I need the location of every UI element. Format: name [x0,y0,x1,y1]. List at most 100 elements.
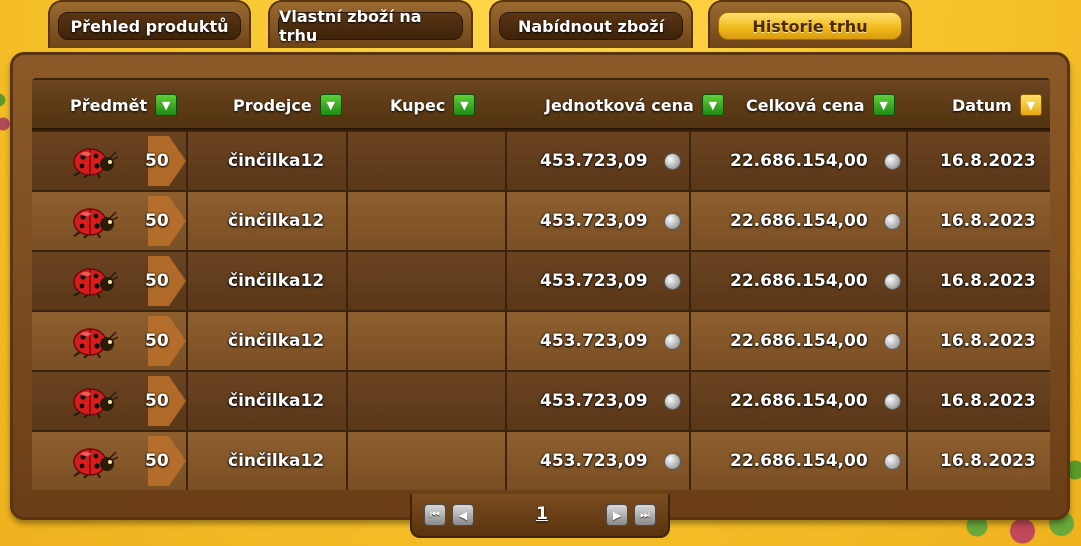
seller: činčilka12 [228,271,325,291]
next-page-icon[interactable]: ▶ [606,504,628,526]
item-quantity: 50 [145,211,169,231]
item-cell: 50 [32,192,186,250]
page-number[interactable]: 1 [532,504,552,528]
date-cell: 16.8.2023 [908,192,1050,250]
last-page-icon[interactable]: ⏭ [634,504,656,526]
total-price: 22.686.154,00 [730,151,868,171]
date: 16.8.2023 [940,271,1036,291]
seller: činčilka12 [228,331,325,351]
sort-down-icon[interactable]: ▼ [701,94,724,116]
pagination: ⏮ ◀ 1 ▶ ⏭ [410,494,670,538]
item-quantity: 50 [145,391,169,411]
item-quantity: 50 [145,331,169,351]
column-label: Předmět [70,95,148,115]
item-quantity: 50 [145,451,169,471]
sort-down-icon[interactable]: ▼ [872,94,895,116]
sort-down-icon[interactable]: ▼ [1019,94,1042,116]
tab-label: Nabídnout zboží [499,12,683,40]
tab-offer-goods[interactable]: Nabídnout zboží [489,0,693,48]
total-price: 22.686.154,00 [730,391,868,411]
table-row[interactable]: 50 činčilka12 453.723,09 22.686.154,00 16.8.… [32,192,1050,250]
table-header: Předmět ▼ Prodejce ▼ Kupec ▼ Jednotková … [32,80,1050,130]
date-cell: 16.8.2023 [908,252,1050,310]
column-label: Prodejce [233,95,312,115]
seller-cell: činčilka12 [188,192,346,250]
ladybug-icon [73,388,118,418]
tab-label: Historie trhu [718,12,902,40]
table-row[interactable]: 50 činčilka12 453.723,09 22.686.154,00 16.8.… [32,252,1050,310]
date-cell: 16.8.2023 [908,132,1050,190]
date-cell: 16.8.2023 [908,312,1050,370]
sort-down-icon[interactable]: ▼ [155,94,178,116]
silver-coin-icon [883,212,901,230]
sort-down-icon[interactable]: ▼ [453,94,476,116]
seller-cell: činčilka12 [188,252,346,310]
item-cell: 50 [32,432,186,490]
item-cell: 50 [32,312,186,370]
buyer-cell [348,372,505,430]
total-price-cell: 22.686.154,00 [691,132,906,190]
date: 16.8.2023 [940,211,1036,231]
column-unit-price: Jednotková cena ▼ [545,80,724,130]
unit-price: 453.723,09 [540,391,648,411]
total-price: 22.686.154,00 [730,331,868,351]
silver-coin-icon [883,272,901,290]
unit-price: 453.723,09 [540,151,648,171]
total-price-cell: 22.686.154,00 [691,372,906,430]
ladybug-icon [73,148,118,178]
unit-price-cell: 453.723,09 [507,432,689,490]
unit-price-cell: 453.723,09 [507,132,689,190]
silver-coin-icon [663,212,681,230]
silver-coin-icon [663,452,681,470]
silver-coin-icon [883,332,901,350]
sort-down-icon[interactable]: ▼ [319,94,342,116]
tab-label: Vlastní zboží na trhu [278,7,463,45]
item-cell: 50 [32,372,186,430]
date: 16.8.2023 [940,391,1036,411]
ladybug-icon [73,268,118,298]
seller: činčilka12 [228,451,325,471]
unit-price-cell: 453.723,09 [507,312,689,370]
seller-cell: činčilka12 [188,432,346,490]
date-cell: 16.8.2023 [908,432,1050,490]
column-label: Datum [952,95,1012,115]
unit-price: 453.723,09 [540,271,648,291]
seller-cell: činčilka12 [188,132,346,190]
total-price: 22.686.154,00 [730,211,868,231]
silver-coin-icon [663,272,681,290]
table-row[interactable]: 50 činčilka12 453.723,09 22.686.154,00 16.8.… [32,432,1050,490]
column-label: Kupec [390,95,446,115]
buyer-cell [348,432,505,490]
first-page-icon[interactable]: ⏮ [424,504,446,526]
table-row[interactable]: 50 činčilka12 453.723,09 22.686.154,00 16.8.… [32,132,1050,190]
unit-price: 453.723,09 [540,331,648,351]
ladybug-icon [73,208,118,238]
date-cell: 16.8.2023 [908,372,1050,430]
silver-coin-icon [663,332,681,350]
unit-price-cell: 453.723,09 [507,192,689,250]
silver-coin-icon [883,152,901,170]
table-row[interactable]: 50 činčilka12 453.723,09 22.686.154,00 16.8.… [32,372,1050,430]
unit-price: 453.723,09 [540,451,648,471]
tab-own-goods[interactable]: Vlastní zboží na trhu [268,0,473,48]
total-price-cell: 22.686.154,00 [691,432,906,490]
unit-price-cell: 453.723,09 [507,372,689,430]
silver-coin-icon [663,392,681,410]
prev-page-icon[interactable]: ◀ [452,504,474,526]
date: 16.8.2023 [940,151,1036,171]
seller: činčilka12 [228,151,325,171]
date: 16.8.2023 [940,331,1036,351]
item-quantity: 50 [145,151,169,171]
seller: činčilka12 [228,211,325,231]
column-item: Předmět ▼ [70,80,178,130]
total-price-cell: 22.686.154,00 [691,192,906,250]
total-price-cell: 22.686.154,00 [691,312,906,370]
buyer-cell [348,252,505,310]
item-cell: 50 [32,252,186,310]
table-row[interactable]: 50 činčilka12 453.723,09 22.686.154,00 16.8.… [32,312,1050,370]
unit-price: 453.723,09 [540,211,648,231]
date: 16.8.2023 [940,451,1036,471]
tab-market-history[interactable]: Historie trhu [708,0,912,48]
item-quantity: 50 [145,271,169,291]
tab-product-overview[interactable]: Přehled produktů [48,0,251,48]
